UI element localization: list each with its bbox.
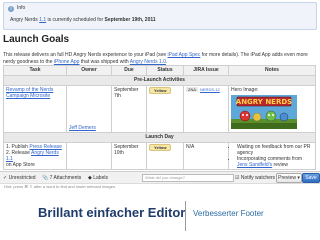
page-editor: i Info Angry Nerds 1.1 is currently sche… — [0, 0, 320, 192]
jira-cell: ZNA NERDS-12 — [183, 85, 229, 133]
status-cell: Yellow — [146, 142, 184, 170]
owner-cell: Jeff Demers — [66, 85, 112, 133]
hint-text: Hint: press ⌘ ⇧ after a word to find and… — [4, 184, 117, 189]
labels-button[interactable]: ◆ Labels — [88, 175, 108, 181]
section-launch-day: Launch Day — [3, 132, 316, 143]
jira-link[interactable]: NERDS-12 — [200, 87, 220, 92]
section-prelaunch: Pre-Launch Activities — [3, 75, 316, 86]
due-cell: September 7th — [111, 85, 147, 133]
banner-text: ANGRY NERDS — [236, 98, 292, 106]
owner-link[interactable]: Jeff Demers — [69, 125, 96, 131]
header-jira: JIRA Issue — [183, 65, 229, 76]
reviewer-link[interactable]: Jens Sandfeld's — [237, 162, 272, 168]
tag-icon: ◆ — [88, 175, 92, 181]
info-panel: i Info Angry Nerds 1.1 is currently sche… — [3, 2, 317, 30]
notes-cell: Hero Image: ANGRY NERDS — [228, 85, 316, 133]
save-button[interactable]: Save — [302, 173, 320, 183]
unrestricted-label: Unrestricted — [8, 175, 36, 181]
info-text: is currently scheduled for — [46, 17, 105, 23]
change-comment-input[interactable]: What did you change? — [142, 174, 234, 182]
task-cell: 1. Publish Press Release 2. Release Angr… — [3, 142, 67, 170]
attachments-label: 7 Attachments — [49, 175, 82, 181]
status-badge: Yellow — [149, 144, 172, 151]
table-row: 1. Publish Press Release 2. Release Angr… — [3, 142, 316, 170]
release-date: September 19th, 2011 — [104, 17, 156, 23]
jira-cell: N/A — [183, 142, 229, 170]
header-owner: Owner — [66, 65, 112, 76]
ipad-spec-link[interactable]: iPad App Spec — [168, 52, 201, 58]
list-item: Waiting on feedback from our PR agency — [237, 144, 313, 156]
preview-button[interactable]: Preview ▾ — [276, 173, 302, 183]
description: This release delivers an full HD Angry N… — [3, 52, 308, 66]
status-badge: Yellow — [149, 87, 172, 94]
hero-image: ANGRY NERDS — [231, 95, 297, 129]
list-item: Incorporating comments from Jens Sandfel… — [237, 156, 313, 168]
header-task: Task — [3, 65, 67, 76]
due-cell: September 10th — [111, 142, 147, 170]
unlock-icon: ✓ — [3, 175, 8, 181]
jira-key: ZNA — [186, 87, 198, 92]
notes-label: Hero Image: — [231, 87, 259, 93]
microsite-link[interactable]: Revamp of the Nerds Campaign Microsite — [6, 87, 53, 99]
caption-editor: Brillant einfacher Editor — [38, 205, 186, 220]
desc-text-1: This release delivers an full HD Angry N… — [3, 52, 168, 58]
caption-footer: Verbesserter Footer — [193, 209, 264, 218]
header-due: Due — [111, 65, 147, 76]
header-notes: Notes — [228, 65, 316, 76]
note-text: review — [272, 162, 288, 168]
launch-table: Task Owner Due Status JIRA Issue Notes P… — [3, 65, 316, 170]
table-row: Revamp of the Nerds Campaign Microsite J… — [3, 85, 316, 133]
notes-cell: Waiting on feedback from our PR agency I… — [228, 142, 316, 170]
paperclip-icon: 📎 — [42, 175, 49, 181]
hint-bar: Hint: press ⌘ ⇧ after a word to find and… — [0, 183, 320, 190]
table-header-row: Task Owner Due Status JIRA Issue Notes — [3, 65, 316, 76]
unrestricted-button[interactable]: ✓ Unrestricted — [3, 175, 36, 181]
caption-divider — [185, 201, 186, 231]
task-cell: Revamp of the Nerds Campaign Microsite — [3, 85, 67, 133]
info-message: Angry Nerds 1.1 is currently scheduled f… — [10, 17, 156, 23]
status-cell: Yellow — [146, 85, 184, 133]
notify-label: Notify watchers — [240, 175, 276, 181]
info-icon: i — [8, 6, 14, 12]
page-heading: Launch Goals — [3, 34, 70, 45]
info-title: Info — [17, 5, 26, 11]
info-product: Angry Nerds — [10, 17, 38, 23]
owner-cell — [66, 142, 112, 170]
labels-label: Labels — [93, 175, 108, 181]
header-status: Status — [146, 65, 184, 76]
attachments-button[interactable]: 📎 7 Attachments — [42, 175, 81, 181]
task-text: on App Store — [6, 162, 35, 168]
notify-watchers-checkbox[interactable]: ☑ Notify watchers — [235, 175, 275, 181]
checkbox-icon: ☑ — [235, 175, 240, 181]
